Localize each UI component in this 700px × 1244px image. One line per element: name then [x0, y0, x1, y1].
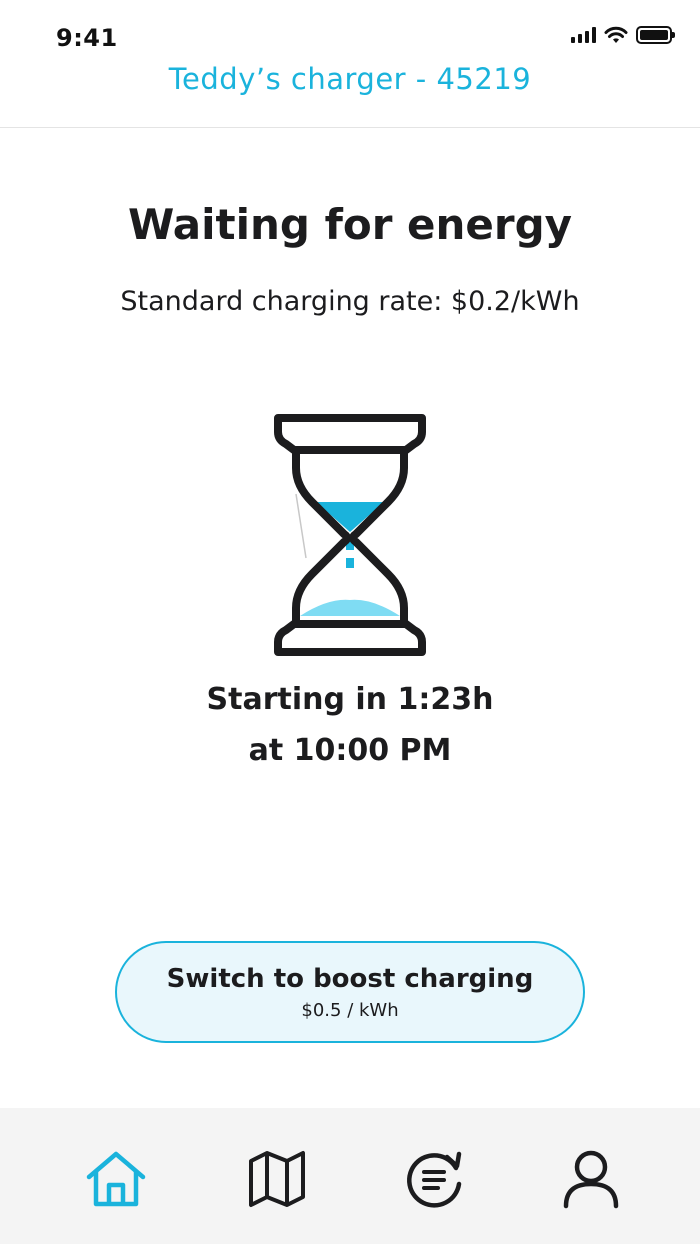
nav-profile[interactable] — [556, 1144, 626, 1214]
wifi-icon — [604, 26, 628, 43]
nav-map[interactable] — [242, 1144, 312, 1214]
map-icon — [249, 1151, 305, 1207]
boost-button-label: Switch to boost charging — [166, 963, 534, 994]
hourglass-icon — [274, 414, 426, 656]
start-countdown: Starting in 1:23h — [206, 682, 494, 717]
status-bar: 9:41 — [0, 0, 700, 60]
status-time: 9:41 — [56, 24, 118, 52]
boost-charging-button[interactable]: Switch to boost charging $0.5 / kWh — [115, 941, 585, 1043]
standard-rate-text: Standard charging rate: $0.2/kWh — [120, 286, 580, 317]
status-icons — [571, 26, 675, 44]
battery-icon — [636, 26, 675, 44]
status-heading: Waiting for energy — [127, 200, 573, 249]
nav-home[interactable] — [81, 1144, 151, 1214]
nav-history[interactable] — [400, 1144, 470, 1214]
home-icon — [86, 1151, 146, 1207]
start-time: at 10:00 PM — [248, 733, 452, 768]
history-icon — [407, 1151, 462, 1208]
profile-icon — [563, 1150, 619, 1209]
charger-title: Teddy’s charger - 45219 — [168, 62, 532, 96]
header-divider — [0, 127, 700, 128]
boost-button-rate: $0.5 / kWh — [301, 999, 399, 1021]
bottom-nav — [0, 1108, 700, 1244]
signal-icon — [571, 27, 596, 43]
